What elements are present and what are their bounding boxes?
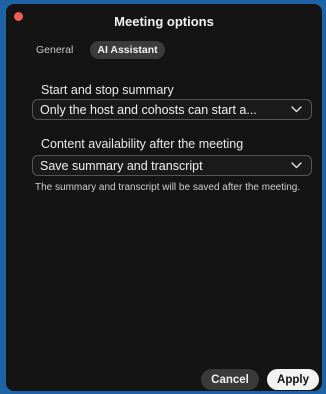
meeting-options-dialog: Meeting options General AI Assistant Sta… [6,4,322,391]
tab-ai-assistant[interactable]: AI Assistant [90,41,165,59]
start-stop-summary-label: Start and stop summary [41,83,174,97]
dialog-title: Meeting options [114,14,214,29]
start-stop-summary-value: Only the host and cohosts can start a... [40,102,257,117]
window-frame: Meeting options General AI Assistant Sta… [0,0,326,394]
chevron-down-icon [289,103,303,117]
tab-general[interactable]: General [30,41,80,59]
chevron-down-icon [289,159,303,173]
availability-help-text: The summary and transcript will be saved… [35,182,301,193]
content-availability-value: Save summary and transcript [40,158,203,173]
start-stop-summary-dropdown[interactable]: Only the host and cohosts can start a... [32,99,312,120]
tab-bar: General AI Assistant [30,40,165,60]
apply-button[interactable]: Apply [267,369,319,390]
content-availability-dropdown[interactable]: Save summary and transcript [32,155,312,176]
cancel-button[interactable]: Cancel [201,369,259,390]
content-availability-label: Content availability after the meeting [41,137,244,151]
